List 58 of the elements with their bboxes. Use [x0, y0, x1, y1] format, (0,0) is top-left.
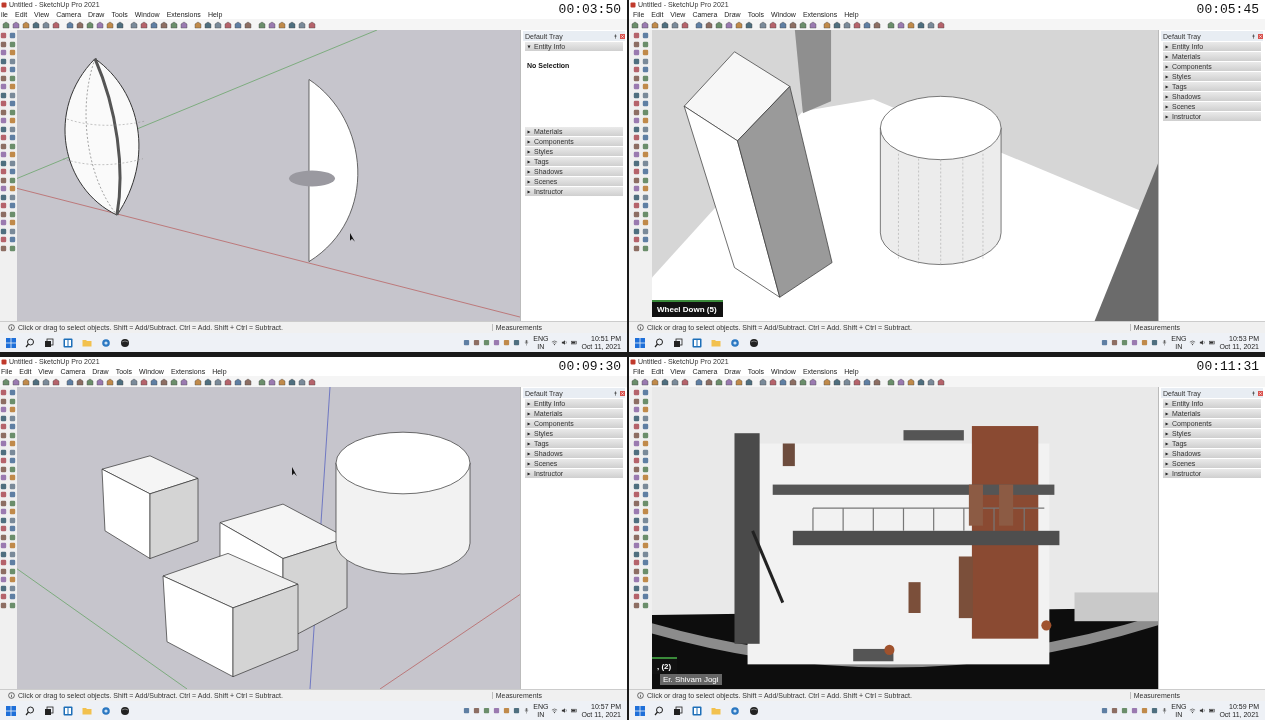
windows-logo-icon[interactable] [6, 337, 16, 348]
caret-icon [527, 44, 531, 49]
app-icon [630, 358, 636, 365]
pin-icon[interactable] [613, 33, 618, 39]
volume-icon[interactable] [1199, 707, 1207, 714]
task-view-icon[interactable] [44, 337, 54, 348]
close-icon[interactable] [1258, 33, 1263, 39]
task-view-icon[interactable] [673, 337, 683, 348]
cursor-icon [350, 232, 355, 242]
overlay-label: Wheel Down (5) [652, 300, 723, 317]
browser-icon[interactable] [120, 705, 130, 716]
volume-icon[interactable] [1199, 339, 1207, 346]
search-icon[interactable] [25, 705, 35, 716]
browser-icon[interactable] [120, 337, 130, 348]
sketchup-icon[interactable] [101, 337, 111, 348]
volume-icon[interactable] [561, 707, 569, 714]
info-icon[interactable] [637, 692, 644, 699]
widgets-icon[interactable] [63, 705, 73, 716]
microphone-icon[interactable] [523, 707, 531, 714]
sketchup-icon[interactable] [101, 705, 111, 716]
app-icon [1, 1, 7, 8]
volume-icon[interactable] [561, 339, 569, 346]
close-icon[interactable] [620, 390, 625, 396]
pin-icon[interactable] [613, 390, 618, 396]
microphone-icon[interactable] [1161, 339, 1169, 346]
overlay-label: , (2) [652, 657, 678, 674]
sketchup-icon[interactable] [730, 337, 740, 348]
info-icon[interactable] [8, 692, 15, 699]
task-view-icon[interactable] [673, 705, 683, 716]
microphone-icon[interactable] [1161, 707, 1169, 714]
windows-logo-icon[interactable] [6, 705, 16, 716]
sketchup-icon[interactable] [730, 705, 740, 716]
search-icon[interactable] [654, 705, 664, 716]
info-icon[interactable] [637, 324, 644, 331]
search-icon[interactable] [25, 337, 35, 348]
search-icon[interactable] [654, 337, 664, 348]
widgets-icon[interactable] [63, 337, 73, 348]
app-icon [630, 1, 636, 8]
task-view-icon[interactable] [44, 705, 54, 716]
battery-icon[interactable] [1209, 339, 1217, 346]
pin-icon[interactable] [1251, 390, 1256, 396]
close-icon[interactable] [1258, 390, 1263, 396]
app-icon [1, 358, 7, 365]
browser-icon[interactable] [749, 705, 759, 716]
close-icon[interactable] [620, 33, 625, 39]
microphone-icon[interactable] [523, 339, 531, 346]
battery-icon[interactable] [1209, 707, 1217, 714]
overlay-label: Er. Shivam Jogi [660, 674, 722, 685]
windows-logo-icon[interactable] [635, 705, 645, 716]
windows-logo-icon[interactable] [635, 337, 645, 348]
widgets-icon[interactable] [692, 705, 702, 716]
battery-icon[interactable] [571, 339, 579, 346]
cursor-icon [292, 467, 297, 477]
pin-icon[interactable] [1251, 33, 1256, 39]
widgets-icon[interactable] [692, 337, 702, 348]
info-icon[interactable] [8, 324, 15, 331]
battery-icon[interactable] [571, 707, 579, 714]
browser-icon[interactable] [749, 337, 759, 348]
